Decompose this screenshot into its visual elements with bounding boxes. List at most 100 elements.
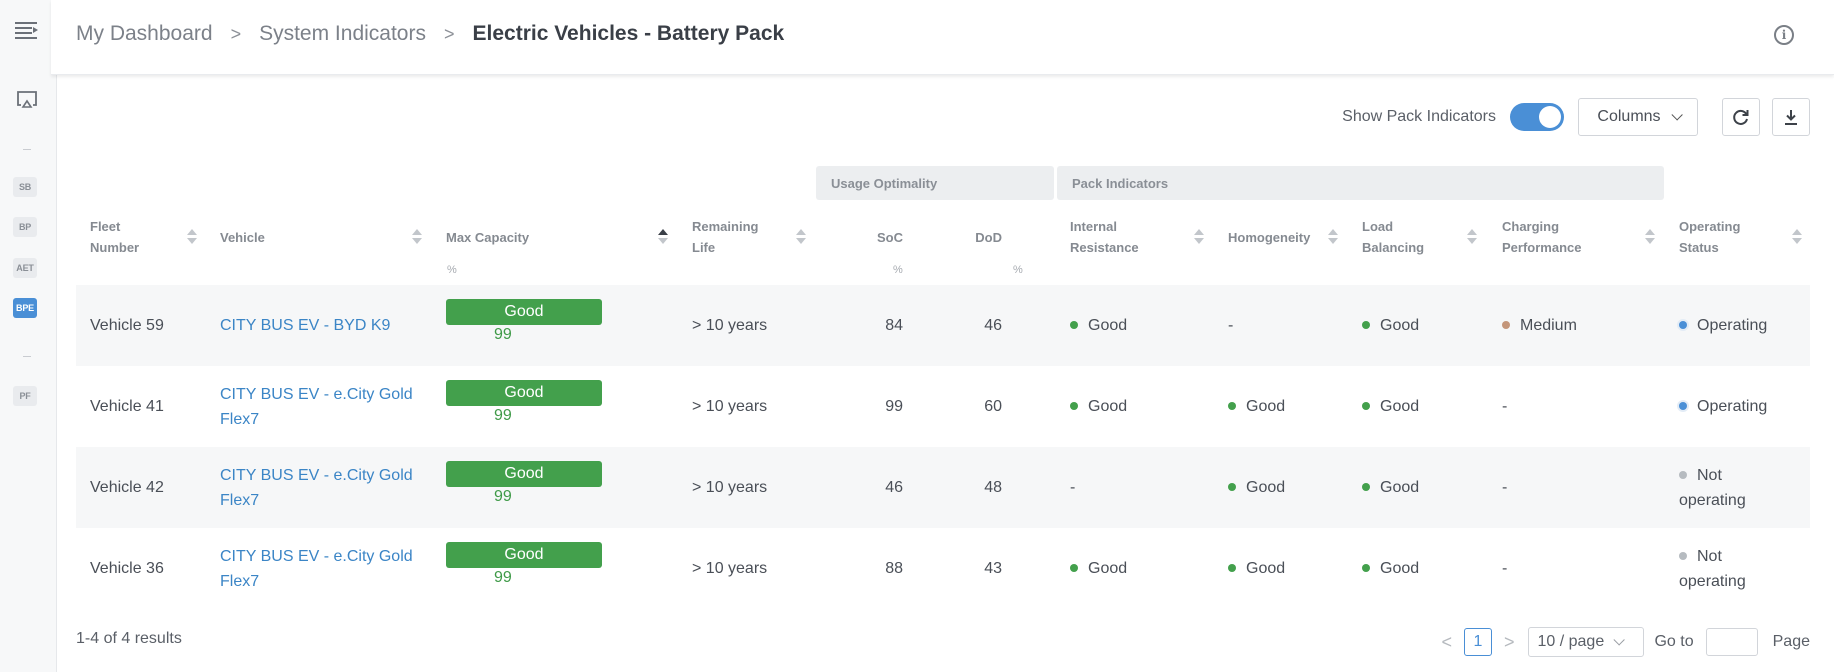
homogeneity-cell: Good	[1228, 475, 1285, 500]
table-row[interactable]: Vehicle 41 CITY BUS EV - e.City Gold Flex7…	[76, 366, 1810, 447]
soc-cell: 84	[885, 317, 903, 334]
sidebar-item-sb[interactable]: SB	[13, 177, 37, 197]
status-dot-icon	[1228, 401, 1236, 410]
homogeneity-cell: Good	[1228, 556, 1285, 581]
page-size-select[interactable]: 10 / page	[1528, 627, 1645, 657]
breadcrumb-system-indicators[interactable]: System Indicators	[259, 22, 426, 46]
show-pack-indicators-toggle[interactable]	[1510, 103, 1564, 131]
vehicle-link[interactable]: CITY BUS EV - BYD K9	[220, 313, 390, 338]
indicator-label: Good	[1380, 317, 1420, 334]
info-icon[interactable]: i	[1774, 25, 1794, 45]
header-label: Number	[90, 240, 140, 255]
indicator-label: Good	[1246, 560, 1286, 577]
table-row[interactable]: Vehicle 36 CITY BUS EV - e.City Gold Flex7…	[76, 528, 1810, 609]
header-label: Remaining	[692, 219, 759, 234]
breadcrumb-my-dashboard[interactable]: My Dashboard	[76, 22, 213, 46]
vehicle-link-line: Flex7	[220, 573, 260, 590]
download-button[interactable]	[1772, 98, 1810, 136]
indicator-label: Good	[1088, 398, 1128, 415]
vehicle-link[interactable]: CITY BUS EV - e.City Gold Flex7	[220, 544, 413, 594]
sidebar-divider	[23, 149, 31, 150]
indicator-label: Good	[1088, 317, 1128, 334]
soc-cell: 99	[885, 398, 903, 415]
prev-page-button[interactable]: <	[1435, 632, 1458, 653]
dod-cell: 43	[984, 560, 1002, 577]
fleet-number-cell: Vehicle 41	[90, 398, 164, 415]
header-max-capacity[interactable]: Max Capacity	[446, 227, 529, 248]
status-dot-icon	[1502, 320, 1510, 329]
sidebar-item-aet[interactable]: AET	[13, 258, 37, 278]
operating-status-cell: Operating	[1679, 313, 1767, 338]
header-label: Performance	[1502, 240, 1582, 255]
chevron-down-icon	[1671, 109, 1683, 121]
next-page-button[interactable]: >	[1498, 632, 1521, 653]
status-dot-icon	[1362, 563, 1370, 572]
sort-icon[interactable]	[1467, 229, 1477, 245]
remaining-life-cell: > 10 years	[692, 317, 768, 334]
sort-icon[interactable]	[412, 229, 422, 245]
header-vehicle[interactable]: Vehicle	[220, 227, 265, 248]
sort-ascending-icon[interactable]	[658, 229, 668, 245]
header-remaining-life[interactable]: Remaining Life	[692, 216, 758, 258]
status-label: operating	[1679, 492, 1746, 509]
status-dot-icon	[1070, 563, 1078, 572]
status-dot-icon	[1362, 320, 1370, 329]
status-dot-icon	[1679, 470, 1687, 479]
header-homogeneity[interactable]: Homogeneity	[1228, 227, 1310, 248]
header-load-balancing[interactable]: Load Balancing	[1362, 216, 1424, 258]
status-dot-icon	[1228, 482, 1236, 491]
max-capacity-badge: Good	[446, 461, 602, 487]
header-charging-performance[interactable]: Charging Performance	[1502, 216, 1581, 258]
soc-cell: 46	[885, 479, 903, 496]
refresh-button[interactable]	[1722, 98, 1760, 136]
page-1-button[interactable]: 1	[1463, 628, 1492, 656]
vehicle-link[interactable]: CITY BUS EV - e.City Gold Flex7	[220, 463, 413, 513]
vehicle-link-line: CITY BUS EV - e.City Gold	[220, 386, 413, 403]
status-dot-icon	[1362, 482, 1370, 491]
table-row[interactable]: Vehicle 59 CITY BUS EV - BYD K9 Good 99 > 10…	[76, 285, 1810, 366]
status-label: Not	[1697, 467, 1722, 484]
goto-page-input[interactable]	[1705, 628, 1758, 656]
menu-collapse-icon[interactable]	[15, 20, 39, 40]
homogeneity-cell: -	[1228, 313, 1233, 338]
chevron-down-icon	[1613, 634, 1625, 646]
header-operating-status[interactable]: Operating Status	[1679, 216, 1740, 258]
pagination: < 1 > 10 / page Go to Page	[1435, 627, 1810, 657]
sort-icon[interactable]	[187, 229, 197, 245]
sidebar-item-pf[interactable]: PF	[13, 386, 37, 406]
sidebar-item-bp[interactable]: BP	[13, 217, 37, 237]
header-soc: SoC	[877, 230, 903, 245]
sort-icon[interactable]	[796, 229, 806, 245]
header-fleet-number[interactable]: Fleet Number	[90, 216, 139, 258]
sort-icon[interactable]	[1328, 229, 1338, 245]
remaining-life-cell: > 10 years	[692, 560, 768, 577]
dod-cell: 46	[984, 317, 1002, 334]
soc-cell: 88	[885, 560, 903, 577]
dod-cell: 60	[984, 398, 1002, 415]
sort-icon[interactable]	[1645, 229, 1655, 245]
header-internal-resistance[interactable]: Internal Resistance	[1070, 216, 1139, 258]
table-row[interactable]: Vehicle 42 CITY BUS EV - e.City Gold Flex7…	[76, 447, 1810, 528]
max-capacity-unit: %	[447, 264, 457, 276]
columns-dropdown-button[interactable]: Columns	[1578, 98, 1698, 136]
page-title: Electric Vehicles - Battery Pack	[472, 22, 785, 45]
indicator-label: Good	[1246, 479, 1286, 496]
remaining-life-cell: > 10 years	[692, 479, 768, 496]
toggle-knob	[1539, 106, 1561, 128]
sort-icon[interactable]	[1194, 229, 1204, 245]
group-usage-optimality: Usage Optimality	[816, 166, 1054, 200]
sidebar-item-bpe[interactable]: BPE	[13, 298, 37, 318]
load-balancing-cell: Good	[1362, 313, 1419, 338]
monitor-cast-icon[interactable]	[16, 90, 38, 110]
fleet-number-cell: Vehicle 36	[90, 560, 164, 577]
sort-icon[interactable]	[1792, 229, 1802, 245]
indicator-label: Good	[1088, 560, 1128, 577]
vehicle-link[interactable]: CITY BUS EV - e.City Gold Flex7	[220, 382, 413, 432]
charging-performance-cell: -	[1502, 556, 1507, 581]
soc-unit: %	[893, 264, 903, 276]
header-label: Internal	[1070, 219, 1117, 234]
header-dod: DoD	[975, 230, 1002, 245]
internal-resistance-cell: Good	[1070, 394, 1127, 419]
sidebar-divider	[23, 356, 31, 357]
status-dot-icon	[1070, 401, 1078, 410]
